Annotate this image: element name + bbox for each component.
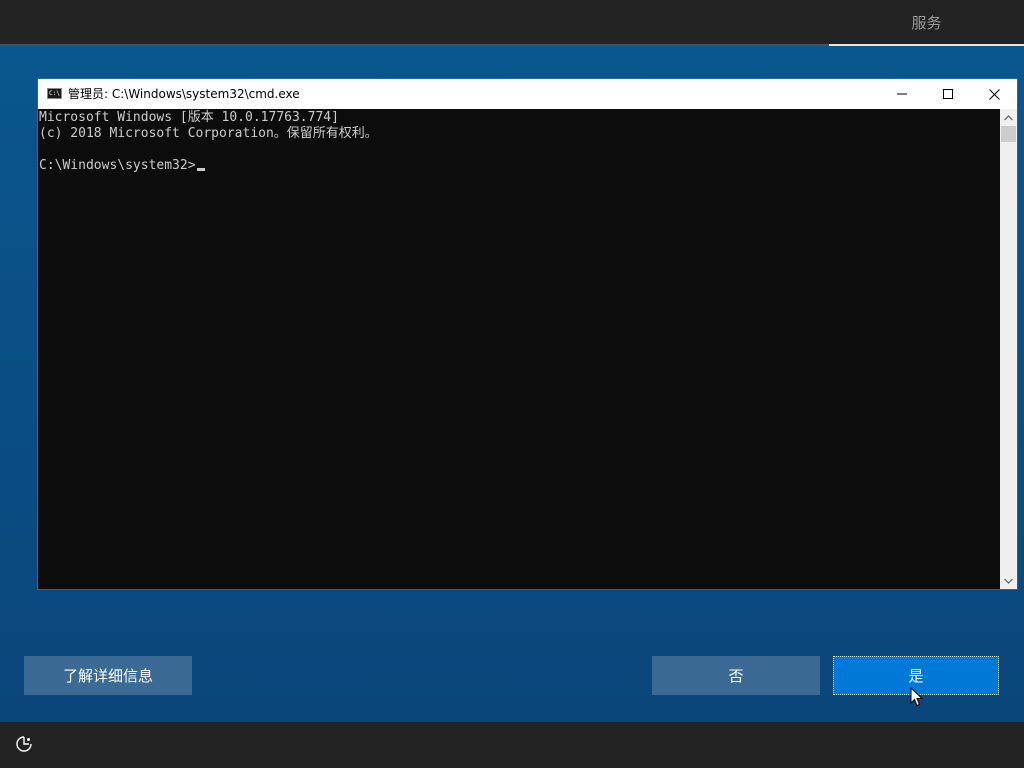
cmd-app-icon[interactable]: C:\	[47, 88, 62, 99]
close-button[interactable]	[971, 79, 1017, 109]
maximize-icon	[943, 89, 953, 99]
scroll-up-button[interactable]	[1000, 109, 1017, 126]
console-output[interactable]: Microsoft Windows [版本 10.0.17763.774] (c…	[38, 109, 1000, 589]
cmd-window[interactable]: C:\ 管理员: C:\Windows\system32\cmd.exe Mic…	[38, 79, 1017, 589]
window-titlebar[interactable]: C:\ 管理员: C:\Windows\system32\cmd.exe	[38, 79, 1017, 109]
close-icon	[988, 88, 1000, 100]
scroll-thumb[interactable]	[1001, 126, 1016, 142]
minimize-icon	[897, 93, 907, 95]
chevron-up-icon	[1004, 114, 1013, 120]
console-line: Microsoft Windows [版本 10.0.17763.774]	[39, 110, 339, 125]
bottom-bar	[0, 722, 1024, 768]
console-prompt-line[interactable]: C:\Windows\system32>	[39, 158, 205, 174]
no-button[interactable]: 否	[652, 656, 820, 695]
vertical-scrollbar[interactable]	[1000, 109, 1017, 589]
chevron-down-icon	[1004, 578, 1013, 584]
console-prompt: C:\Windows\system32>	[39, 158, 196, 173]
tab-services[interactable]: 服务	[829, 0, 1024, 46]
window-title: 管理员: C:\Windows\system32\cmd.exe	[68, 87, 300, 101]
minimize-button[interactable]	[879, 79, 925, 109]
maximize-button[interactable]	[925, 79, 971, 109]
console-line: (c) 2018 Microsoft Corporation。保留所有权利。	[39, 126, 378, 141]
ease-of-access-icon[interactable]	[14, 734, 34, 754]
text-cursor	[196, 168, 205, 171]
mouse-pointer-icon	[910, 687, 924, 707]
scroll-down-button[interactable]	[1000, 572, 1017, 589]
learn-more-button[interactable]: 了解详细信息	[24, 656, 192, 695]
